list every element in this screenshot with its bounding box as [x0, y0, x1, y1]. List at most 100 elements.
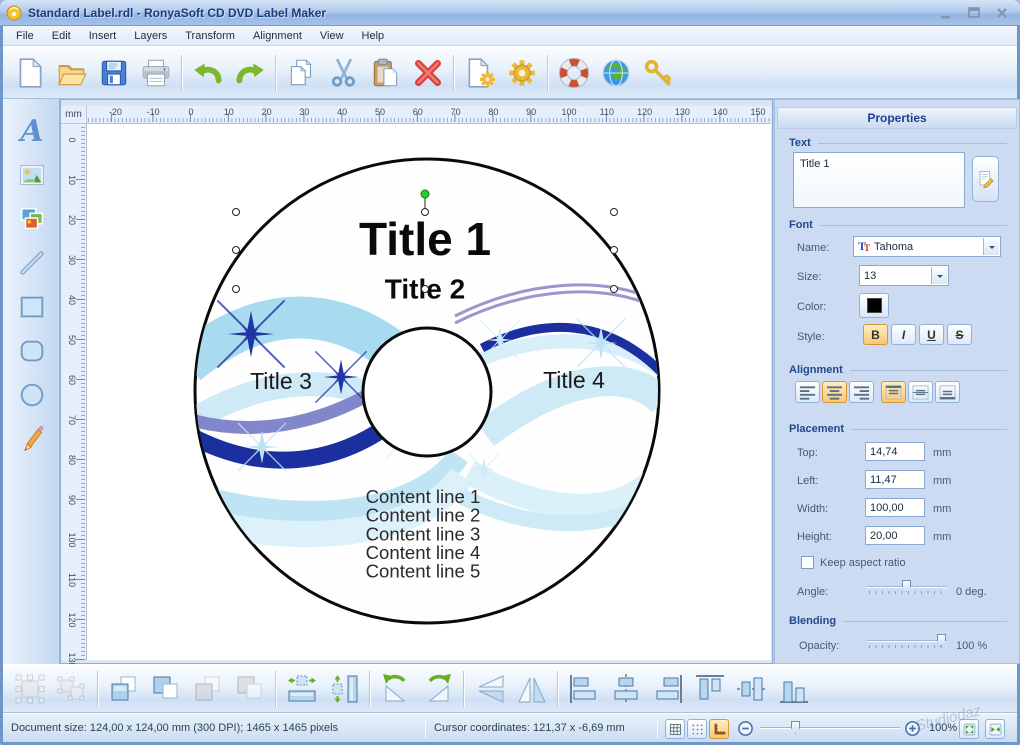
align-right-button[interactable] [647, 668, 689, 710]
rectangle-tool[interactable] [13, 288, 51, 326]
website-button[interactable] [595, 52, 637, 94]
close-button[interactable] [994, 5, 1010, 21]
send-to-back-button[interactable] [145, 668, 187, 710]
dropdown-arrow-icon[interactable] [983, 238, 999, 255]
style-u-button[interactable]: U [919, 324, 944, 345]
delete-button[interactable] [407, 52, 449, 94]
clipart-tool[interactable] [13, 200, 51, 238]
opacity-slider[interactable] [867, 634, 947, 650]
placement-width-input[interactable] [865, 498, 925, 517]
rotate-left-button[interactable] [375, 668, 417, 710]
ungroup-button[interactable] [51, 668, 93, 710]
group-button[interactable] [9, 668, 51, 710]
bring-forward-button[interactable] [187, 668, 229, 710]
text-tool[interactable]: A [13, 112, 51, 150]
align-middle-button[interactable] [731, 668, 773, 710]
rotate-right-button[interactable] [417, 668, 459, 710]
selection-handle[interactable] [611, 209, 618, 216]
print-button[interactable] [135, 52, 177, 94]
selection-handle[interactable] [233, 247, 240, 254]
style-i-button[interactable]: I [891, 324, 916, 345]
design-canvas[interactable]: Title 1 Title 2 Title 3 Title 4 Content … [87, 124, 771, 660]
font-size-select[interactable]: 13 [859, 265, 949, 286]
placement-left-input[interactable] [865, 470, 925, 489]
menu-edit[interactable]: Edit [43, 28, 80, 44]
keep-aspect-checkbox[interactable] [801, 556, 814, 569]
pencil-tool[interactable] [13, 420, 51, 458]
menu-file[interactable]: File [7, 28, 43, 44]
new-button[interactable] [9, 52, 51, 94]
redo-button[interactable] [229, 52, 271, 94]
image-tool[interactable] [13, 156, 51, 194]
align-top-button[interactable] [689, 668, 731, 710]
align-left-button[interactable] [795, 381, 820, 403]
selection-handle[interactable] [233, 209, 240, 216]
page-setup-button[interactable] [459, 52, 501, 94]
help-button[interactable] [553, 52, 595, 94]
selection-handle[interactable] [611, 286, 618, 293]
ellipse-tool[interactable] [13, 376, 51, 414]
style-s-button[interactable]: S [947, 324, 972, 345]
hruler-label: 120 [637, 107, 652, 117]
menu-help[interactable]: Help [353, 28, 394, 44]
undo-button[interactable] [187, 52, 229, 94]
selection-handle[interactable] [233, 286, 240, 293]
register-button[interactable] [637, 52, 679, 94]
menu-alignment[interactable]: Alignment [244, 28, 311, 44]
flip-vertical-button[interactable] [469, 668, 511, 710]
zoom-slider[interactable] [760, 727, 900, 729]
edit-text-button[interactable] [972, 156, 999, 202]
angle-slider[interactable] [867, 580, 947, 596]
align-right-button[interactable] [849, 381, 874, 403]
disc-content-line[interactable]: Content line 5 [366, 561, 481, 582]
menu-layers[interactable]: Layers [125, 28, 176, 44]
placement-height-input[interactable] [865, 526, 925, 545]
same-height-button[interactable] [323, 668, 365, 710]
bring-to-front-button[interactable] [103, 668, 145, 710]
save-button[interactable] [93, 52, 135, 94]
copy-button[interactable] [281, 52, 323, 94]
align-bottom-button[interactable] [935, 381, 960, 403]
send-backward-button[interactable] [229, 668, 271, 710]
snap-toggle-button[interactable] [687, 719, 707, 739]
rotation-handle[interactable] [421, 190, 429, 198]
selection-handle[interactable] [422, 209, 429, 216]
font-name-select[interactable]: TT Tahoma [853, 236, 1001, 257]
dropdown-arrow-icon[interactable] [931, 267, 947, 284]
options-button[interactable] [501, 52, 543, 94]
placement-top-input[interactable] [865, 442, 925, 461]
align-top-button[interactable] [881, 381, 906, 403]
style-b-button[interactable]: B [863, 324, 888, 345]
disc-title-4[interactable]: Title 4 [543, 367, 605, 393]
flip-horizontal-button[interactable] [511, 668, 553, 710]
paste-button[interactable] [365, 52, 407, 94]
line-tool[interactable] [13, 244, 51, 282]
align-center-button[interactable] [605, 668, 647, 710]
fit-page-button[interactable] [959, 719, 979, 739]
zoom-out-button[interactable] [737, 720, 754, 737]
rounded-rectangle-tool[interactable] [13, 332, 51, 370]
grid-toggle-button[interactable] [665, 719, 685, 739]
menu-transform[interactable]: Transform [176, 28, 244, 44]
zoom-slider-thumb[interactable] [791, 721, 800, 734]
selection-handle[interactable] [611, 247, 618, 254]
same-width-button[interactable] [281, 668, 323, 710]
font-color-button[interactable] [859, 293, 889, 318]
disc-title-3[interactable]: Title 3 [250, 368, 312, 394]
align-middle-button[interactable] [908, 381, 933, 403]
text-content-input[interactable]: Title 1 [793, 152, 965, 208]
rulers-toggle-button[interactable] [709, 719, 729, 739]
disc-title-1[interactable]: Title 1 [359, 213, 491, 265]
fit-width-button[interactable] [985, 719, 1005, 739]
align-center-button[interactable] [822, 381, 847, 403]
menu-insert[interactable]: Insert [80, 28, 126, 44]
minimize-button[interactable] [938, 5, 954, 21]
zoom-in-button[interactable] [904, 720, 921, 737]
align-left-button[interactable] [563, 668, 605, 710]
open-button[interactable] [51, 52, 93, 94]
align-bottom-button[interactable] [773, 668, 815, 710]
menu-view[interactable]: View [311, 28, 353, 44]
cut-button[interactable] [323, 52, 365, 94]
maximize-button[interactable] [966, 5, 982, 21]
selection-handle[interactable] [422, 286, 429, 293]
